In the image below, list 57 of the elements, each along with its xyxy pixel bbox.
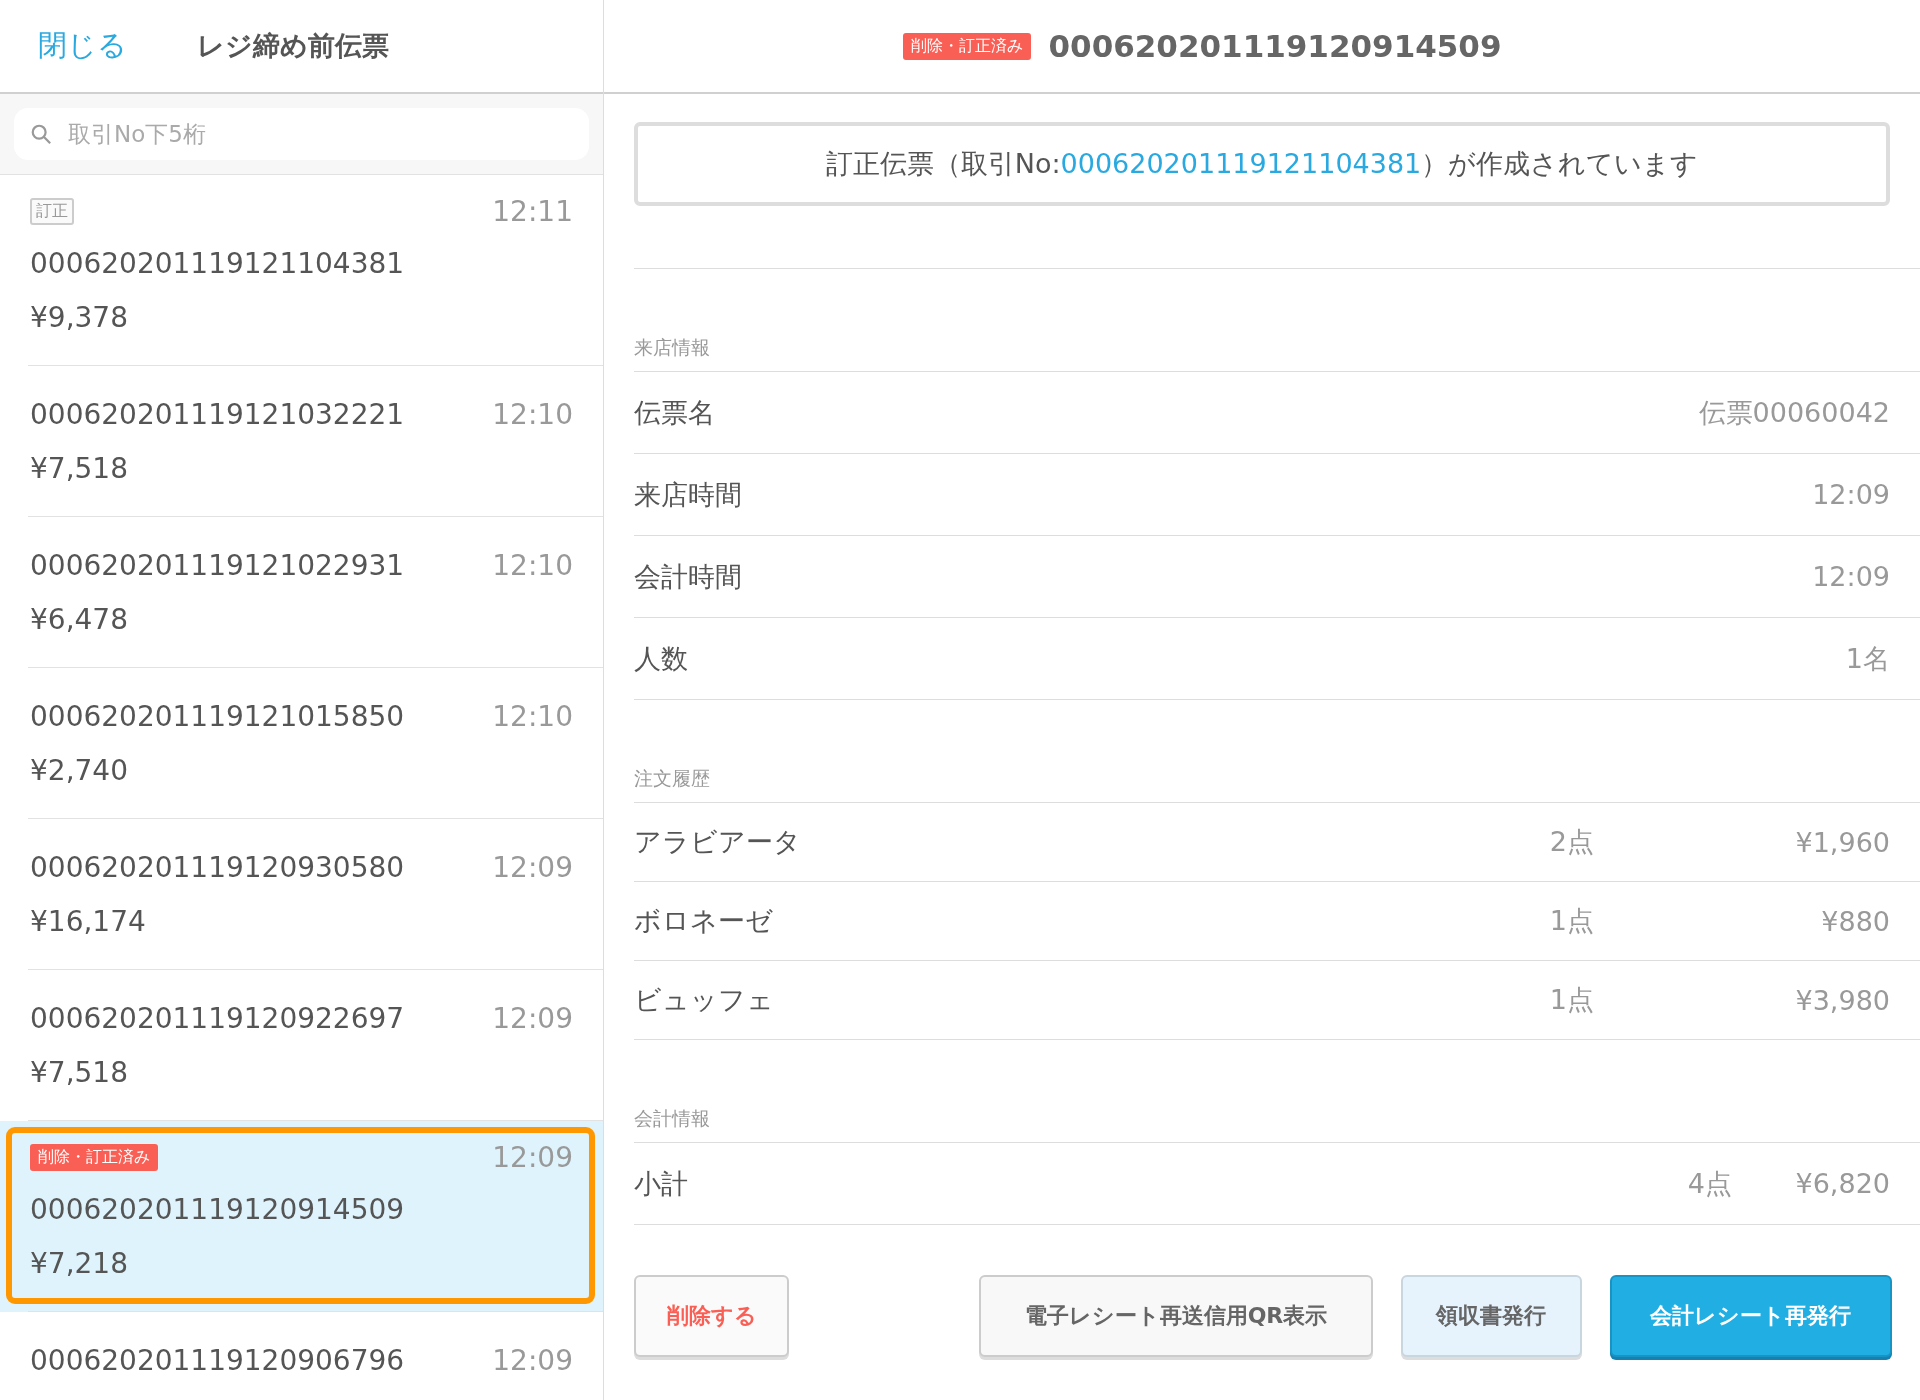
slip-number: 000620201119121104381 — [30, 246, 405, 280]
slip-number: 000620201119121032221 — [30, 397, 405, 431]
row-value: 12:09 — [1812, 561, 1890, 592]
slip-amount: ¥16,174 — [30, 904, 147, 940]
slip-amount: ¥7,518 — [30, 1055, 129, 1091]
slip-amount: ¥9,378 — [30, 300, 129, 336]
slip-time: 12:10 — [492, 397, 573, 431]
row-value: 伝票00060042 — [1698, 395, 1890, 430]
slip-time: 12:09 — [492, 1140, 573, 1174]
row-label: 人数 — [634, 641, 689, 676]
slip-item[interactable]: 削除・訂正済み 12:09 000620201119120914509 ¥7,218 — [0, 1121, 603, 1312]
item-name: アラビアータ — [634, 825, 802, 859]
notice-message: 訂正伝票（取引No:000620201119121104381）が作成されています — [634, 122, 1890, 206]
status-badge: 訂正 — [30, 197, 74, 225]
item-name: ボロネーゼ — [634, 904, 774, 938]
slip-number: 000620201119120906796 — [30, 1343, 405, 1377]
item-quantity: 1点 — [1548, 904, 1594, 938]
status-badge: 削除・訂正済み — [30, 1143, 158, 1171]
section-title: 来店情報 — [634, 269, 1920, 372]
slip-time: 12:09 — [492, 1343, 573, 1377]
row-label: 会計時間 — [634, 559, 743, 594]
slip-title: 000620201119120914509 — [1048, 28, 1502, 64]
slip-amount: ¥7,218 — [30, 1246, 129, 1282]
item-name: ビュッフェ — [634, 983, 775, 1017]
slip-number: 000620201119120914509 — [30, 1192, 405, 1226]
row-label: 小計 — [634, 1166, 689, 1201]
total-quantity: 4点 — [1686, 1166, 1732, 1201]
action-button[interactable]: 領収書発行 — [1400, 1275, 1582, 1357]
action-button[interactable]: 電子レシート再送信用QR表示 — [979, 1275, 1373, 1357]
item-price: ¥880 — [1820, 905, 1890, 937]
slip-time: 12:09 — [492, 850, 573, 884]
total-price: ¥6,820 — [1794, 1168, 1890, 1199]
slip-time: 12:10 — [492, 548, 573, 582]
item-price: ¥1,960 — [1794, 826, 1890, 858]
slip-number: 000620201119121022931 — [30, 548, 405, 582]
section-title: 注文履歴 — [634, 700, 1920, 803]
slip-amount: ¥2,740 — [30, 753, 129, 789]
slip-time: 12:10 — [492, 699, 573, 733]
search-icon — [30, 123, 52, 145]
slip-time: 12:09 — [492, 1001, 573, 1035]
item-price: ¥3,980 — [1794, 984, 1890, 1016]
row-value: 12:09 — [1812, 479, 1890, 510]
status-badge: 削除・訂正済み — [902, 32, 1031, 60]
slip-amount: ¥7,518 — [30, 451, 129, 487]
slip-number: 000620201119120922697 — [30, 1001, 405, 1035]
section-title: 会計情報 — [634, 1040, 1920, 1143]
row-label: 伝票名 — [634, 395, 716, 430]
item-quantity: 2点 — [1548, 825, 1594, 859]
search-box[interactable]: 取引No下5桁 — [14, 108, 589, 160]
item-quantity: 1点 — [1548, 983, 1594, 1017]
slip-time: 12:11 — [492, 194, 573, 228]
slip-number: 000620201119120930580 — [30, 850, 405, 884]
slip-amount: ¥6,478 — [30, 602, 129, 638]
row-label: 来店時間 — [634, 477, 743, 512]
panel-title: レジ締め前伝票 — [197, 29, 389, 63]
row-value: 1名 — [1845, 641, 1890, 676]
slip-number: 000620201119121015850 — [30, 699, 405, 733]
